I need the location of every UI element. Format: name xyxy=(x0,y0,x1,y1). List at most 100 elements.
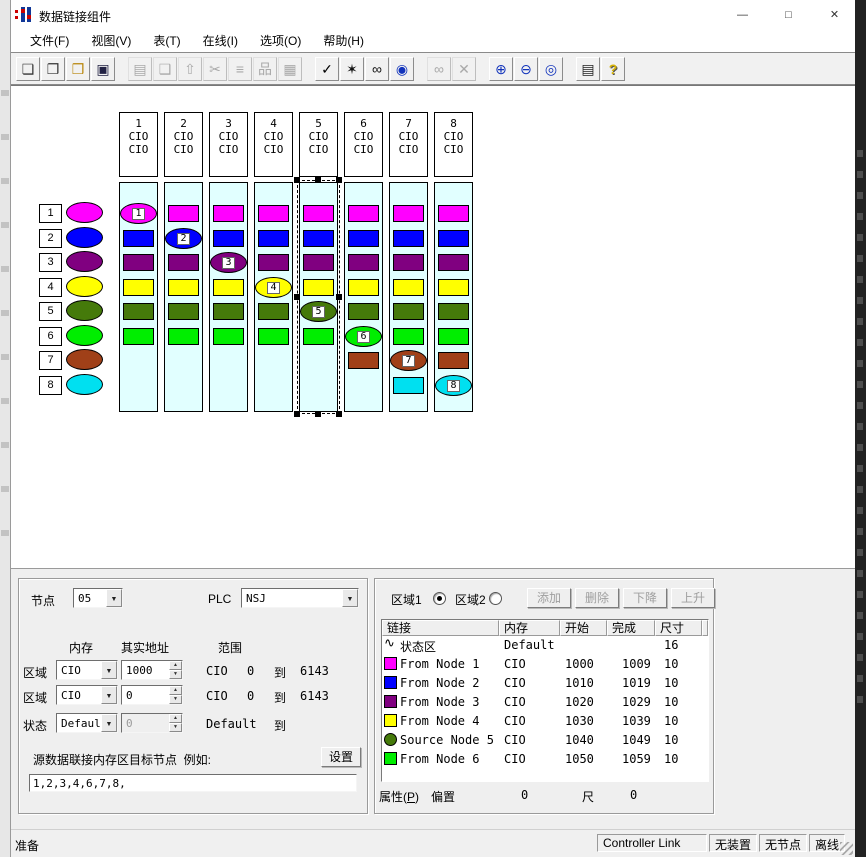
col-header-end[interactable]: 完成 xyxy=(607,620,655,636)
link-block[interactable] xyxy=(393,279,424,296)
menu-table[interactable]: 表(T) xyxy=(142,30,191,52)
selection-handle[interactable] xyxy=(294,411,300,417)
save-button[interactable]: ▣ xyxy=(91,57,115,81)
link-block[interactable] xyxy=(348,352,379,369)
link-table-row[interactable]: From Node 1CIO1000100910 xyxy=(382,655,708,674)
resize-grip[interactable] xyxy=(840,842,853,855)
link-block[interactable] xyxy=(393,303,424,320)
link-block[interactable] xyxy=(393,377,424,394)
link-table-row[interactable]: From Node 2CIO1010101910 xyxy=(382,674,708,693)
zoom-in-button[interactable]: ⊕ xyxy=(489,57,513,81)
area1-mem-select[interactable]: CIO xyxy=(56,660,118,680)
link-block[interactable] xyxy=(393,328,424,345)
spin-down-icon[interactable] xyxy=(169,695,182,704)
help-button[interactable]: ? xyxy=(601,57,625,81)
selection-handle[interactable] xyxy=(315,177,321,183)
link-block[interactable] xyxy=(438,303,469,320)
chevron-down-icon[interactable] xyxy=(101,661,117,679)
link-block-source[interactable]: 7 xyxy=(390,350,427,371)
link-block[interactable] xyxy=(393,205,424,222)
open-folder-button[interactable]: ❒ xyxy=(66,57,90,81)
link-block[interactable] xyxy=(123,230,154,247)
link-block[interactable] xyxy=(438,205,469,222)
set-button[interactable]: 设置 xyxy=(321,747,361,767)
spin-up-icon[interactable] xyxy=(169,686,182,695)
property-label[interactable]: 属性(P) xyxy=(379,788,419,805)
link-block[interactable] xyxy=(123,303,154,320)
link-block[interactable] xyxy=(438,279,469,296)
link-block[interactable] xyxy=(168,328,199,345)
minimize-button[interactable]: — xyxy=(720,0,765,30)
print-button[interactable]: ▤ xyxy=(576,57,600,81)
link-block[interactable] xyxy=(348,279,379,296)
selection-handle[interactable] xyxy=(315,411,321,417)
chevron-down-icon[interactable] xyxy=(101,686,117,704)
link-block[interactable] xyxy=(258,303,289,320)
area2-radio[interactable] xyxy=(489,592,502,605)
link-block[interactable] xyxy=(348,230,379,247)
col-header-link[interactable]: 链接 xyxy=(382,620,499,636)
column-header[interactable]: 6CIOCIO xyxy=(344,112,383,177)
link-block[interactable] xyxy=(123,279,154,296)
link-block[interactable] xyxy=(213,230,244,247)
col-header-start[interactable]: 开始 xyxy=(560,620,607,636)
link-block[interactable] xyxy=(258,205,289,222)
column-header[interactable]: 4CIOCIO xyxy=(254,112,293,177)
column-header[interactable]: 3CIOCIO xyxy=(209,112,248,177)
column-header[interactable]: 5CIOCIO xyxy=(299,112,338,177)
link-block-source[interactable]: 8 xyxy=(435,375,472,396)
col-header-mem[interactable]: 内存 xyxy=(499,620,560,636)
maximize-button[interactable]: □ xyxy=(766,0,811,30)
chevron-down-icon[interactable] xyxy=(106,589,122,607)
link-block[interactable] xyxy=(438,352,469,369)
menu-help[interactable]: 帮助(H) xyxy=(312,30,375,52)
status-mem-select[interactable]: Default xyxy=(56,713,118,733)
target-button[interactable]: ◉ xyxy=(390,57,414,81)
menu-file[interactable]: 文件(F) xyxy=(19,30,80,52)
copy-table-button[interactable]: ❐ xyxy=(41,57,65,81)
link-block[interactable] xyxy=(258,230,289,247)
link-block-source[interactable]: 3 xyxy=(210,252,247,273)
validate-button[interactable]: ✓ xyxy=(315,57,339,81)
col-header-size[interactable]: 尺寸 xyxy=(655,620,702,636)
selection-handle[interactable] xyxy=(336,411,342,417)
link-block[interactable] xyxy=(258,254,289,271)
close-button[interactable]: ✕ xyxy=(812,0,857,30)
link-block[interactable] xyxy=(348,205,379,222)
link-block-source[interactable]: 4 xyxy=(255,277,292,298)
menu-view[interactable]: 视图(V) xyxy=(80,30,142,52)
column-header[interactable]: 7CIOCIO xyxy=(389,112,428,177)
link-block[interactable] xyxy=(168,254,199,271)
column-header[interactable]: 2CIOCIO xyxy=(164,112,203,177)
link-block[interactable] xyxy=(348,303,379,320)
link-block[interactable] xyxy=(213,279,244,296)
selection-handle[interactable] xyxy=(336,177,342,183)
link-block[interactable] xyxy=(213,205,244,222)
link-block[interactable] xyxy=(213,303,244,320)
link-block[interactable] xyxy=(258,328,289,345)
new-button[interactable]: ❏ xyxy=(16,57,40,81)
link-block[interactable] xyxy=(168,303,199,320)
link-block[interactable] xyxy=(123,328,154,345)
selection-handle[interactable] xyxy=(294,177,300,183)
menu-online[interactable]: 在线(I) xyxy=(192,30,249,52)
link-block-source[interactable]: 2 xyxy=(165,228,202,249)
area1-radio[interactable] xyxy=(433,592,446,605)
link-button[interactable]: ∞ xyxy=(365,57,389,81)
chevron-down-icon[interactable] xyxy=(342,589,358,607)
link-block[interactable] xyxy=(393,230,424,247)
link-table-row[interactable]: From Node 3CIO1020102910 xyxy=(382,693,708,712)
link-block-source[interactable]: 1 xyxy=(120,203,157,224)
link-table-row[interactable]: ∿状态区Default16 xyxy=(382,636,708,655)
wizard-button[interactable]: ✶ xyxy=(340,57,364,81)
datalink-canvas[interactable]: 123456781CIOCIO12CIOCIO23CIOCIO34CIOCIO4… xyxy=(11,85,855,568)
link-block[interactable] xyxy=(438,328,469,345)
spin-down-icon[interactable] xyxy=(169,670,182,679)
target-nodes-input[interactable] xyxy=(29,774,357,792)
chevron-down-icon[interactable] xyxy=(101,714,117,732)
link-table-row[interactable]: From Node 4CIO1030103910 xyxy=(382,712,708,731)
link-table-row[interactable]: From Node 6CIO1050105910 xyxy=(382,750,708,769)
node-select[interactable]: 05 xyxy=(73,588,123,608)
link-block[interactable] xyxy=(168,205,199,222)
area1-addr-spinner[interactable]: 1000 xyxy=(121,660,183,680)
